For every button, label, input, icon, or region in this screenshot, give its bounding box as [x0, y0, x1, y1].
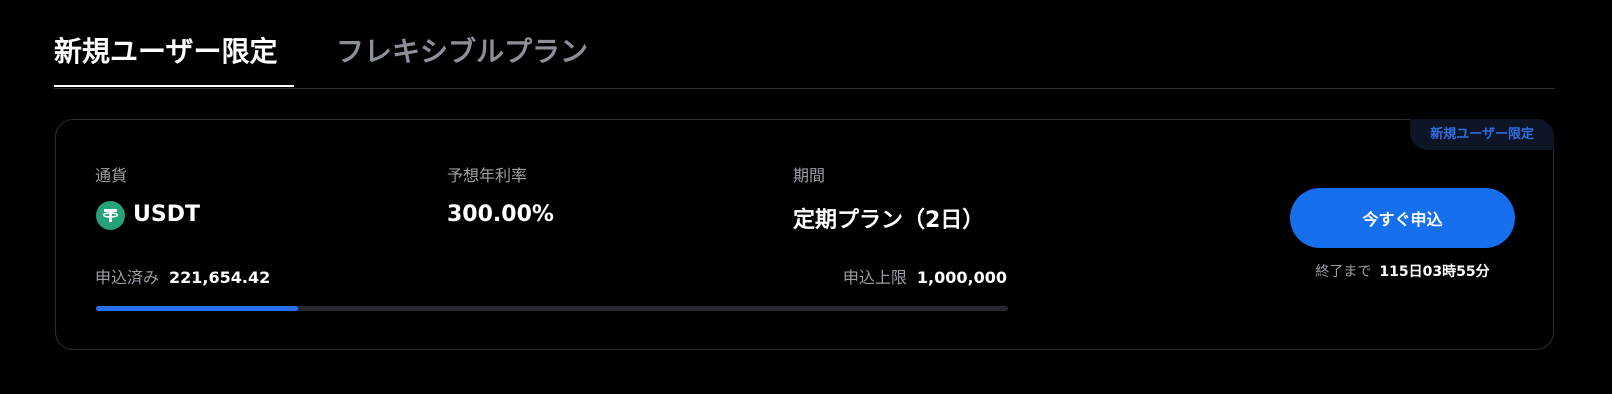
currency-value: USDT [133, 202, 200, 227]
tether-icon [96, 201, 125, 230]
tab-bar: 新規ユーザー限定 フレキシブルプラン [54, 0, 1555, 89]
subscribed-value: 221,654.42 [169, 268, 271, 287]
subscribed-amount: 申込済み 221,654.42 [95, 264, 270, 288]
countdown-value: 115日03時55分 [1379, 264, 1490, 280]
product-card: 新規ユーザー限定 通貨 USDT 予想年利率 300.00% 期間 定期プラン（… [55, 119, 1554, 350]
countdown: 終了まで 115日03時55分 [1290, 261, 1515, 281]
currency-label: 通貨 [95, 166, 128, 185]
period-label: 期間 [793, 166, 826, 185]
apy-label: 予想年利率 [447, 166, 528, 185]
subscription-progress-bar [96, 306, 1008, 311]
apply-now-button[interactable]: 今すぐ申込 [1290, 188, 1515, 248]
tab-flexible-plan[interactable]: フレキシブルプラン [336, 30, 588, 86]
apy-value: 300.00% [447, 202, 554, 227]
subscription-limit: 申込上限 1,000,000 [843, 264, 1007, 288]
countdown-label: 終了まで [1315, 264, 1372, 280]
period-value: 定期プラン（2日） [793, 208, 985, 233]
subscription-progress-fill [96, 306, 299, 311]
new-user-badge: 新規ユーザー限定 [1410, 119, 1554, 150]
subscribed-label: 申込済み [95, 268, 160, 287]
limit-value: 1,000,000 [916, 268, 1007, 287]
active-tab-indicator [54, 85, 294, 87]
limit-label: 申込上限 [842, 268, 907, 287]
tab-new-user[interactable]: 新規ユーザー限定 [54, 30, 277, 86]
